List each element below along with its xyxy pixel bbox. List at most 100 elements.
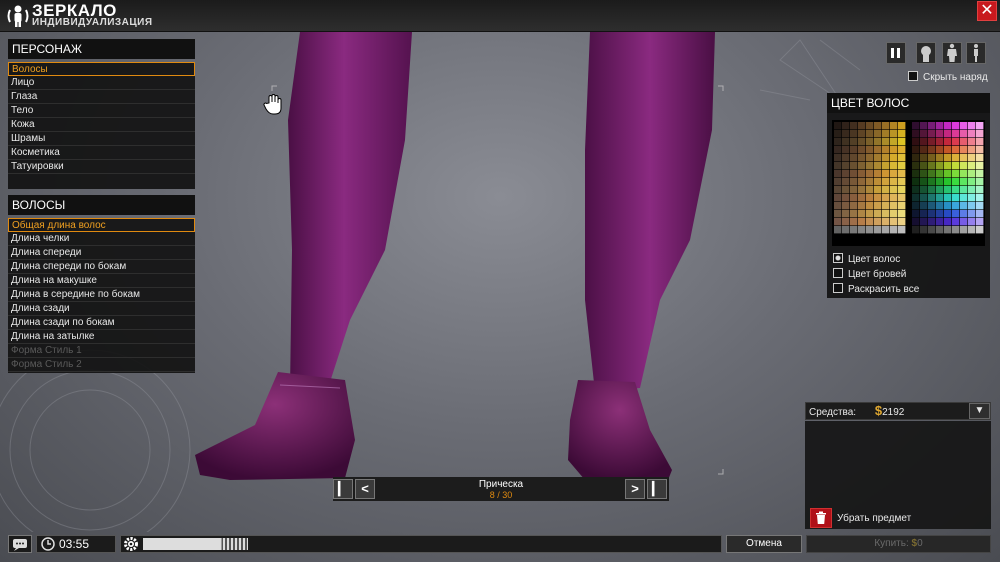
- color-swatch[interactable]: [928, 218, 936, 226]
- cancel-button[interactable]: Отмена: [726, 535, 802, 553]
- color-swatch[interactable]: [936, 210, 944, 218]
- color-swatch[interactable]: [834, 178, 842, 186]
- color-swatch[interactable]: [842, 210, 850, 218]
- color-swatch[interactable]: [866, 146, 874, 154]
- close-button[interactable]: ✕: [977, 1, 997, 21]
- hair-option-item[interactable]: Длина сзади: [8, 302, 195, 316]
- color-swatch[interactable]: [850, 122, 858, 130]
- color-swatch[interactable]: [928, 122, 936, 130]
- category-item-tattoos[interactable]: Татуировки: [8, 160, 195, 174]
- hair-option-item[interactable]: Длина спереди по бокам: [8, 260, 195, 274]
- color-swatch[interactable]: [928, 178, 936, 186]
- color-swatch[interactable]: [898, 130, 906, 138]
- color-swatch[interactable]: [850, 154, 858, 162]
- color-swatch[interactable]: [952, 162, 960, 170]
- color-swatch[interactable]: [960, 202, 968, 210]
- color-swatch[interactable]: [936, 218, 944, 226]
- color-swatch[interactable]: [866, 210, 874, 218]
- color-swatch[interactable]: [890, 146, 898, 154]
- color-swatch[interactable]: [944, 218, 952, 226]
- color-swatch[interactable]: [898, 154, 906, 162]
- color-swatch[interactable]: [952, 226, 960, 234]
- color-swatch[interactable]: [858, 186, 866, 194]
- pause-button[interactable]: [886, 42, 906, 64]
- color-swatch[interactable]: [850, 218, 858, 226]
- color-swatch[interactable]: [850, 138, 858, 146]
- gear-icon[interactable]: [122, 536, 140, 552]
- color-swatch[interactable]: [912, 154, 920, 162]
- color-swatch[interactable]: [890, 226, 898, 234]
- color-swatch[interactable]: [912, 122, 920, 130]
- color-swatch[interactable]: [976, 226, 984, 234]
- color-swatch[interactable]: [834, 162, 842, 170]
- color-swatch[interactable]: [882, 154, 890, 162]
- color-swatch[interactable]: [960, 122, 968, 130]
- color-swatch[interactable]: [976, 210, 984, 218]
- color-swatch[interactable]: [882, 130, 890, 138]
- color-swatch[interactable]: [976, 154, 984, 162]
- color-swatch[interactable]: [944, 194, 952, 202]
- color-swatch[interactable]: [936, 170, 944, 178]
- color-swatch[interactable]: [834, 210, 842, 218]
- color-swatch[interactable]: [920, 138, 928, 146]
- color-swatch[interactable]: [890, 170, 898, 178]
- color-swatch[interactable]: [912, 162, 920, 170]
- color-swatch[interactable]: [952, 178, 960, 186]
- color-swatch[interactable]: [912, 210, 920, 218]
- color-swatch[interactable]: [898, 122, 906, 130]
- color-swatch[interactable]: [920, 194, 928, 202]
- color-swatch[interactable]: [944, 202, 952, 210]
- color-swatch[interactable]: [850, 194, 858, 202]
- color-swatch[interactable]: [874, 154, 882, 162]
- color-swatch[interactable]: [936, 226, 944, 234]
- color-swatch[interactable]: [976, 194, 984, 202]
- color-swatch[interactable]: [890, 194, 898, 202]
- color-swatch[interactable]: [850, 130, 858, 138]
- color-swatch[interactable]: [952, 122, 960, 130]
- color-swatch[interactable]: [842, 170, 850, 178]
- color-swatch[interactable]: [920, 170, 928, 178]
- color-swatch[interactable]: [936, 138, 944, 146]
- color-swatch[interactable]: [960, 146, 968, 154]
- color-swatch[interactable]: [858, 122, 866, 130]
- color-swatch[interactable]: [912, 218, 920, 226]
- color-swatch[interactable]: [866, 178, 874, 186]
- color-swatch[interactable]: [912, 178, 920, 186]
- color-swatch[interactable]: [874, 178, 882, 186]
- color-swatch[interactable]: [858, 226, 866, 234]
- color-swatch[interactable]: [898, 170, 906, 178]
- color-swatch[interactable]: [882, 170, 890, 178]
- color-swatch[interactable]: [866, 186, 874, 194]
- color-swatch[interactable]: [834, 194, 842, 202]
- color-swatch[interactable]: [842, 146, 850, 154]
- color-swatch[interactable]: [960, 226, 968, 234]
- color-swatch[interactable]: [968, 218, 976, 226]
- color-swatch[interactable]: [936, 154, 944, 162]
- color-swatch[interactable]: [968, 226, 976, 234]
- color-swatch[interactable]: [858, 210, 866, 218]
- color-swatch[interactable]: [898, 138, 906, 146]
- color-swatch[interactable]: [920, 154, 928, 162]
- color-swatch[interactable]: [890, 130, 898, 138]
- color-swatch[interactable]: [858, 146, 866, 154]
- first-hairstyle-button[interactable]: ▎: [333, 479, 353, 499]
- eyebrow-color-radio[interactable]: [833, 268, 843, 278]
- color-swatch[interactable]: [874, 194, 882, 202]
- color-swatch[interactable]: [968, 210, 976, 218]
- color-swatch[interactable]: [928, 210, 936, 218]
- category-item-skin[interactable]: Кожа: [8, 118, 195, 132]
- color-swatch[interactable]: [874, 138, 882, 146]
- color-swatch[interactable]: [936, 202, 944, 210]
- color-swatch[interactable]: [890, 210, 898, 218]
- hair-color-radio[interactable]: [833, 253, 843, 263]
- color-swatch[interactable]: [944, 178, 952, 186]
- color-swatch[interactable]: [882, 138, 890, 146]
- buy-button[interactable]: Купить: $0: [806, 535, 991, 553]
- color-swatch[interactable]: [928, 186, 936, 194]
- color-swatch[interactable]: [936, 146, 944, 154]
- color-swatch[interactable]: [890, 218, 898, 226]
- category-item-face[interactable]: Лицо: [8, 76, 195, 90]
- hair-option-item[interactable]: Длина спереди: [8, 246, 195, 260]
- color-swatch[interactable]: [898, 146, 906, 154]
- color-swatch[interactable]: [960, 210, 968, 218]
